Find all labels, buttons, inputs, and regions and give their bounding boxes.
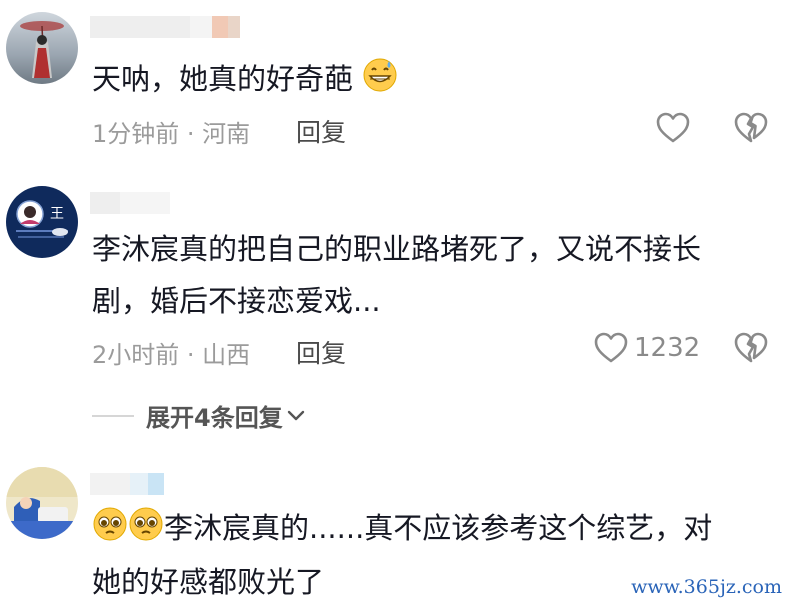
grinning-sweat-emoji	[362, 57, 398, 106]
svg-text:王: 王	[50, 206, 64, 222]
broken-heart-icon	[734, 112, 768, 143]
watermark: www.365jz.com	[631, 576, 782, 598]
comment-meta: 1分钟前 · 河南	[92, 120, 251, 148]
like-button[interactable]: 1232	[594, 332, 700, 364]
pleading-face-emoji	[128, 506, 164, 555]
like-button[interactable]	[656, 112, 690, 144]
avatar[interactable]	[6, 467, 78, 539]
chevron-down-icon	[287, 410, 304, 420]
heart-icon	[594, 332, 628, 363]
reply-button[interactable]: 回复	[296, 334, 346, 370]
reply-button[interactable]: 回复	[296, 113, 346, 149]
comment-meta: 2小时前 · 山西	[92, 341, 251, 369]
dislike-button[interactable]	[734, 112, 768, 148]
like-count: 1232	[634, 333, 701, 363]
avatar[interactable]: 王	[6, 186, 78, 258]
avatar-image: 王	[16, 200, 68, 238]
dislike-button[interactable]	[734, 332, 768, 368]
comment-text: 天呐，她真的好奇葩	[92, 56, 750, 106]
heart-icon	[656, 112, 690, 143]
divider	[92, 414, 134, 417]
comment-text: 李沐宸真的把自己的职业路堵死了，又说不接长 剧，婚后不接恋爱戏...	[92, 232, 702, 318]
expand-replies-label: 展开4条回复	[146, 404, 283, 432]
comment-item: 天呐，她真的好奇葩 1分钟前 · 河南 回复	[0, 0, 790, 160]
avatar-image	[20, 21, 64, 78]
avatar[interactable]	[6, 12, 78, 84]
avatar-image	[6, 467, 78, 539]
expand-replies-button[interactable]: 展开4条回复	[92, 398, 305, 433]
comment-item: 王 李沐宸真的把自己的职业路堵死了，又说不接长 剧，婚后不接恋爱戏... 2小时…	[0, 170, 790, 400]
pleading-face-emoji	[92, 506, 128, 555]
broken-heart-icon	[734, 332, 768, 363]
